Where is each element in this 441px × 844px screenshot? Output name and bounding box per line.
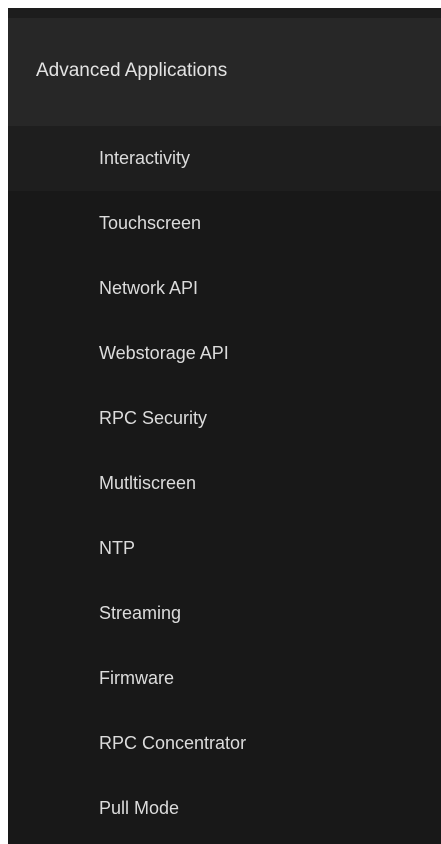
menu-item-rpc-concentrator[interactable]: RPC Concentrator (8, 711, 441, 776)
menu-item-label: Streaming (99, 603, 182, 623)
menu-item-interactivity[interactable]: Interactivity (8, 126, 441, 191)
menu-item-ntp[interactable]: NTP (8, 516, 441, 581)
submenu: Interactivity Touchscreen Network API We… (8, 126, 441, 844)
menu-item-rpc-security[interactable]: RPC Security (8, 386, 441, 451)
menu-item-label: RPC Concentrator (99, 733, 247, 753)
menu-item-label: RPC Security (99, 408, 208, 428)
menu-item-label: Interactivity (99, 148, 191, 168)
menu-item-streaming[interactable]: Streaming (8, 581, 441, 646)
menu-item-pull-mode[interactable]: Pull Mode (8, 776, 441, 841)
menu-item-label: NTP (99, 538, 135, 558)
menu-item-label: Pull Mode (99, 798, 180, 818)
menu-item-webstorage-api[interactable]: Webstorage API (8, 321, 441, 386)
menu-item-firmware[interactable]: Firmware (8, 646, 441, 711)
menu-item-label: Webstorage API (99, 343, 229, 363)
navigation-panel: Advanced Applications Interactivity Touc… (8, 8, 441, 844)
menu-item-touchscreen[interactable]: Touchscreen (8, 191, 441, 256)
menu-item-label: Firmware (99, 668, 174, 688)
top-strip (8, 8, 441, 18)
section-header[interactable]: Advanced Applications (8, 18, 441, 126)
menu-item-label: Touchscreen (99, 213, 202, 233)
menu-item-label: Network API (99, 278, 199, 298)
menu-item-label: Mutltiscreen (99, 473, 197, 493)
section-title: Advanced Applications (36, 60, 228, 81)
menu-item-multiscreen[interactable]: Mutltiscreen (8, 451, 441, 516)
menu-item-network-api[interactable]: Network API (8, 256, 441, 321)
